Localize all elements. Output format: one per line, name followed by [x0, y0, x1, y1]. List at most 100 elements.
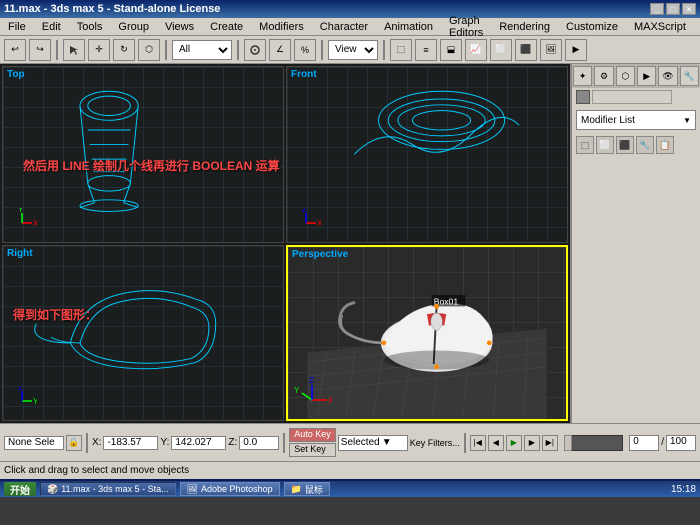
schematic-view[interactable]: ⬜	[490, 39, 512, 61]
viewport-top[interactable]: Top	[2, 66, 284, 243]
title-text: 11.max - 3ds max 5 - Stand-alone License	[4, 3, 220, 15]
start-button[interactable]: 开始	[4, 482, 36, 496]
viewport-right[interactable]: Right 得到如下图形： Y Z	[2, 245, 284, 422]
prev-frame-button[interactable]: ◀	[488, 435, 504, 451]
viewport-perspective[interactable]: Perspective	[286, 245, 568, 422]
next-frame-button[interactable]: ▶	[524, 435, 540, 451]
timeline-cursor[interactable]	[564, 435, 572, 451]
name-field[interactable]	[592, 90, 672, 104]
annotation-line-boolean: 然后用 LINE 绘制几个线再进行 BOOLEAN 运算	[23, 157, 280, 174]
menu-maxscript[interactable]: MAXScript	[630, 20, 690, 34]
taskbar-max-label: 11.max - 3ds max 5 - Sta...	[61, 484, 168, 494]
taskbar-item-max[interactable]: 🎲 11.max - 3ds max 5 - Sta...	[40, 482, 176, 496]
view-dropdown[interactable]: View	[328, 40, 378, 60]
material-editor[interactable]: ⬛	[515, 39, 537, 61]
taskbar-clock: 15:18	[671, 484, 696, 495]
status-message: Click and drag to select and move object…	[4, 465, 189, 476]
viewport-top-label: Top	[7, 69, 25, 80]
mod-icon-5[interactable]: 📋	[656, 136, 674, 154]
play-button[interactable]: ▶	[506, 435, 522, 451]
viewport-front[interactable]: Front X Z	[286, 66, 568, 243]
key-area: Auto Key Set Key	[289, 428, 336, 457]
redo-button[interactable]: ↪	[29, 39, 51, 61]
last-frame-button[interactable]: ▶|	[542, 435, 558, 451]
create-tab[interactable]: ✦	[573, 66, 592, 86]
curve-editor[interactable]: 📈	[465, 39, 487, 61]
close-button[interactable]: ×	[682, 3, 696, 15]
quick-render[interactable]: ▶	[565, 39, 587, 61]
lock-button[interactable]: 🔒	[66, 435, 82, 451]
svg-text:X: X	[317, 219, 321, 228]
svg-text:Y: Y	[33, 397, 37, 406]
mod-icon-1[interactable]: ⬚	[576, 136, 594, 154]
mod-icon-4[interactable]: 🔧	[636, 136, 654, 154]
menu-tools[interactable]: Tools	[73, 20, 107, 34]
percent-snap[interactable]: %	[294, 39, 316, 61]
menu-views[interactable]: Views	[161, 20, 198, 34]
bottom-sep-1	[86, 433, 88, 453]
menu-animation[interactable]: Animation	[380, 20, 437, 34]
minimize-button[interactable]: _	[650, 3, 664, 15]
menu-bar: File Edit Tools Group Views Create Modif…	[0, 18, 700, 36]
rotate-button[interactable]: ↻	[113, 39, 135, 61]
first-frame-button[interactable]: |◀	[470, 435, 486, 451]
axis-perspective: X Y Z	[292, 375, 332, 415]
mod-icon-2[interactable]: ⬜	[596, 136, 614, 154]
move-button[interactable]: ✛	[88, 39, 110, 61]
window-controls: _ □ ×	[650, 3, 696, 15]
menu-group[interactable]: Group	[114, 20, 153, 34]
select-button[interactable]	[63, 39, 85, 61]
menu-customize[interactable]: Customize	[562, 20, 622, 34]
scale-button[interactable]: ⬡	[138, 39, 160, 61]
menu-edit[interactable]: Edit	[38, 20, 65, 34]
menu-character[interactable]: Character	[316, 20, 372, 34]
angle-snap[interactable]: ∠	[269, 39, 291, 61]
modify-tab[interactable]: ⚙	[594, 66, 613, 86]
display-tab[interactable]: 👁	[658, 66, 677, 86]
maximize-button[interactable]: □	[666, 3, 680, 15]
svg-text:Z: Z	[309, 376, 314, 385]
undo-button[interactable]: ↩	[4, 39, 26, 61]
y-value-field[interactable]: 142.027	[171, 436, 226, 450]
viewport-right-label: Right	[7, 248, 33, 259]
set-key-button[interactable]: Set Key	[289, 443, 336, 457]
selection-filter-dropdown[interactable]: All	[172, 40, 232, 60]
menu-rendering[interactable]: Rendering	[495, 20, 554, 34]
taskbar-item-folder[interactable]: 📁 鼠标	[284, 482, 330, 496]
key-filters-label[interactable]: Key Filters...	[410, 438, 460, 448]
menu-graph-editors[interactable]: Graph Editors	[445, 14, 487, 40]
snap-toggle[interactable]	[244, 39, 266, 61]
title-bar: 11.max - 3ds max 5 - Stand-alone License…	[0, 0, 700, 18]
z-value-field[interactable]: 0.0	[239, 436, 279, 450]
utilities-tab[interactable]: 🔧	[680, 66, 699, 86]
toolbar-sep-4	[321, 40, 323, 60]
x-value-field[interactable]: -183.57	[103, 436, 158, 450]
motion-tab[interactable]: ▶	[637, 66, 656, 86]
axis-right: Y Z	[7, 386, 37, 416]
color-swatch[interactable]	[576, 90, 590, 104]
menu-modifiers[interactable]: Modifiers	[255, 20, 308, 34]
selected-dropdown[interactable]: Selected ▼	[338, 435, 408, 451]
render-scene[interactable]: 🖼	[540, 39, 562, 61]
z-label: Z:	[228, 437, 237, 448]
mod-icon-3[interactable]: ⬛	[616, 136, 634, 154]
mirror-button[interactable]: ⬚	[390, 39, 412, 61]
align-button[interactable]: ≡	[415, 39, 437, 61]
frame-total[interactable]: 100	[666, 435, 696, 451]
taskbar-item-photoshop[interactable]: 🖼 Adobe Photoshop	[180, 482, 280, 496]
modifier-list-dropdown[interactable]: Modifier List ▼	[576, 110, 696, 130]
menu-create[interactable]: Create	[206, 20, 247, 34]
frame-value[interactable]: 0	[629, 435, 659, 451]
hierarchy-tab[interactable]: ⬡	[616, 66, 635, 86]
viewport-front-label: Front	[291, 69, 317, 80]
svg-text:X: X	[33, 219, 37, 228]
menu-file[interactable]: File	[4, 20, 30, 34]
viewport-front-wireframe	[287, 67, 567, 242]
toolbar: ↩ ↪ ✛ ↻ ⬡ All ∠ % View ⬚ ≡ ⬓ 📈 ⬜ ⬛ 🖼 ▶	[0, 36, 700, 64]
selection-area: None Sele 🔒	[4, 435, 82, 451]
layer-button[interactable]: ⬓	[440, 39, 462, 61]
y-label: Y:	[160, 437, 169, 448]
bottom-sep-2	[283, 433, 285, 453]
auto-key-button[interactable]: Auto Key	[289, 428, 336, 442]
timeline-track[interactable]	[564, 435, 623, 451]
